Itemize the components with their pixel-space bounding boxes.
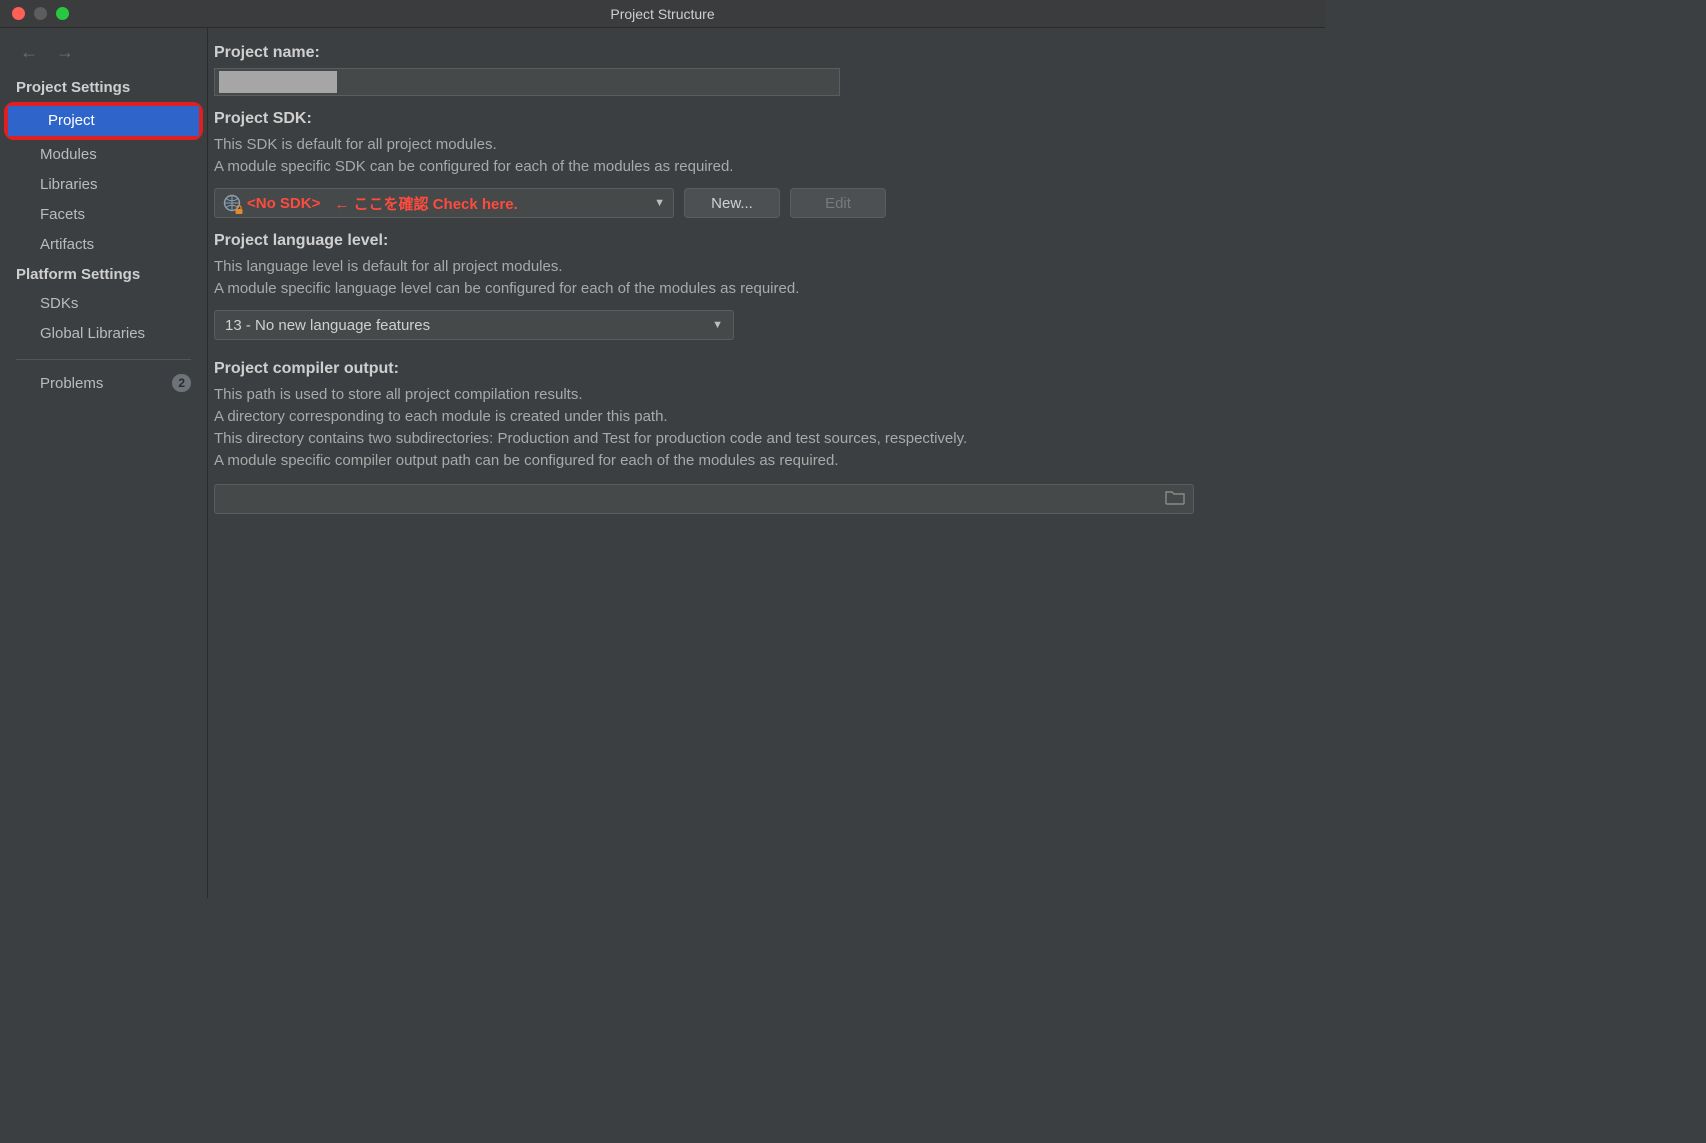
chevron-down-icon: ▼: [654, 197, 665, 209]
compiler-output-desc2: A directory corresponding to each module…: [214, 406, 1319, 428]
sidebar-item-libraries[interactable]: Libraries: [0, 170, 207, 200]
text-selection: [219, 71, 337, 93]
lock-overlay-icon: [234, 205, 244, 215]
project-sdk-desc2: A module specific SDK can be configured …: [214, 156, 1319, 178]
compiler-output-label: Project compiler output:: [214, 360, 1319, 378]
compiler-output-desc3: This directory contains two subdirectori…: [214, 428, 1319, 450]
globe-icon: [223, 194, 241, 212]
folder-browse-icon[interactable]: [1165, 489, 1185, 509]
new-sdk-button[interactable]: New...: [684, 188, 780, 218]
compiler-output-input[interactable]: [214, 484, 1194, 514]
nav-arrows: ← →: [0, 36, 207, 73]
sidebar: ← → Project Settings Project Modules Lib…: [0, 28, 208, 898]
language-level-desc1: This language level is default for all p…: [214, 256, 1319, 278]
annotation-highlight-box: Project: [4, 102, 203, 140]
new-sdk-button-label: New...: [711, 195, 753, 212]
project-name-label: Project name:: [214, 44, 1319, 62]
sidebar-item-modules[interactable]: Modules: [0, 140, 207, 170]
edit-sdk-button-label: Edit: [825, 195, 851, 212]
platform-settings-header: Platform Settings: [0, 260, 207, 289]
sidebar-item-artifacts[interactable]: Artifacts: [0, 230, 207, 260]
content-panel: Project name: Project SDK: This SDK is d…: [208, 28, 1325, 898]
compiler-output-desc4: A module specific compiler output path c…: [214, 450, 1319, 472]
back-arrow-icon[interactable]: ←: [20, 42, 38, 63]
language-level-value: 13 - No new language features: [225, 317, 430, 334]
window-title: Project Structure: [0, 6, 1325, 22]
forward-arrow-icon[interactable]: →: [56, 42, 74, 63]
sidebar-item-project[interactable]: Project: [8, 106, 199, 136]
sidebar-item-facets[interactable]: Facets: [0, 200, 207, 230]
annotation-text: ← ここを確認 Check here.: [334, 193, 517, 214]
sidebar-divider: [16, 359, 191, 360]
project-sdk-row: <No SDK> ← ここを確認 Check here. ▼ New... Ed…: [214, 188, 1319, 218]
sidebar-item-problems[interactable]: Problems 2: [0, 370, 207, 396]
problems-count-badge: 2: [172, 374, 191, 392]
project-sdk-label: Project SDK:: [214, 110, 1319, 128]
compiler-output-desc1: This path is used to store all project c…: [214, 384, 1319, 406]
titlebar: Project Structure: [0, 0, 1325, 28]
project-sdk-desc1: This SDK is default for all project modu…: [214, 134, 1319, 156]
language-level-label: Project language level:: [214, 232, 1319, 250]
sidebar-item-sdks[interactable]: SDKs: [0, 289, 207, 319]
language-level-desc2: A module specific language level can be …: [214, 278, 1319, 300]
project-settings-header: Project Settings: [0, 73, 207, 102]
project-structure-window: Project Structure ← → Project Settings P…: [0, 0, 1325, 898]
edit-sdk-button: Edit: [790, 188, 886, 218]
body: ← → Project Settings Project Modules Lib…: [0, 28, 1325, 898]
sidebar-item-global-libraries[interactable]: Global Libraries: [0, 319, 207, 349]
problems-label: Problems: [40, 375, 103, 392]
project-name-input[interactable]: [214, 68, 840, 96]
project-sdk-value: <No SDK>: [247, 195, 320, 212]
project-sdk-combo[interactable]: <No SDK> ← ここを確認 Check here. ▼: [214, 188, 674, 218]
chevron-down-icon: ▼: [712, 319, 723, 331]
language-level-combo[interactable]: 13 - No new language features ▼: [214, 310, 734, 340]
